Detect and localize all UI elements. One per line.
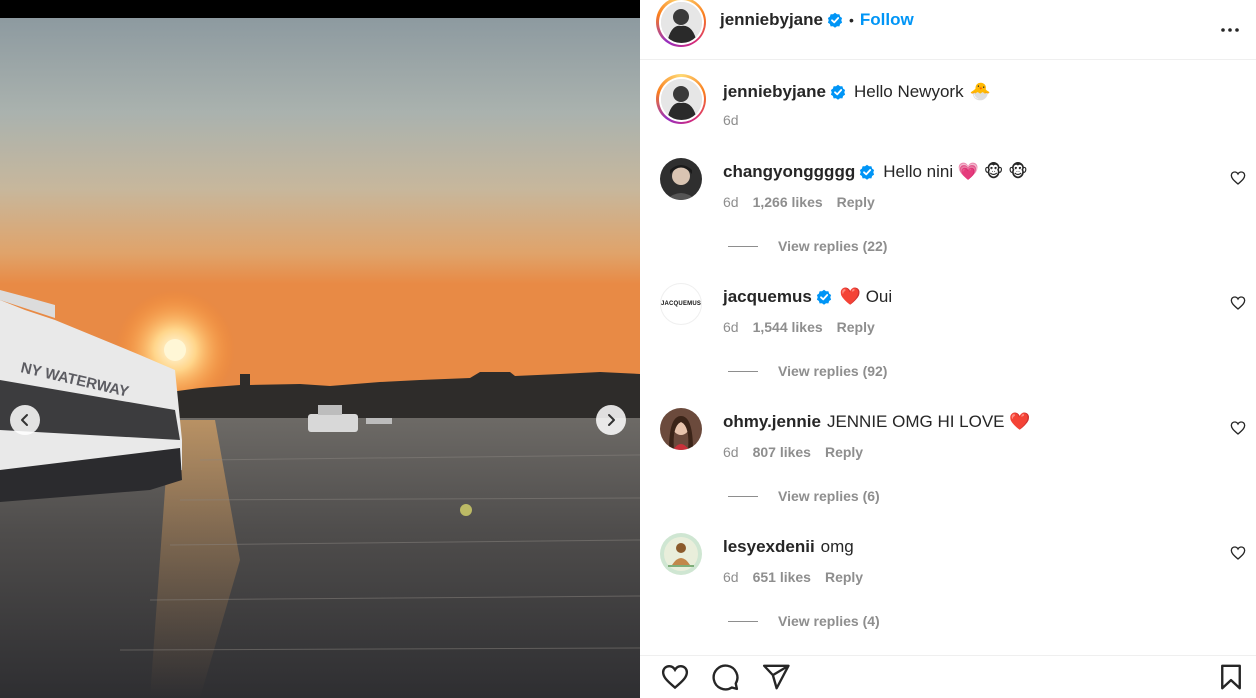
comment-time: 6d	[723, 194, 739, 210]
comment-text: omg	[820, 537, 854, 556]
post-action-bar	[640, 655, 1256, 698]
verified-badge-icon	[827, 12, 843, 28]
author-username[interactable]: jenniebyjane	[720, 10, 823, 30]
comment-username[interactable]: ohmy.jennie	[723, 412, 821, 432]
commenter-avatar-image	[660, 408, 702, 450]
caption-emoji: 🐣	[969, 82, 991, 101]
next-photo-button[interactable]	[596, 405, 626, 435]
comment-likes[interactable]: 807 likes	[753, 444, 811, 460]
send-icon[interactable]	[761, 662, 791, 692]
comment-meta: 6d 807 likes Reply	[723, 444, 863, 460]
commenter-avatar-image	[660, 158, 702, 200]
replies-dash	[728, 620, 758, 622]
more-options-icon[interactable]	[1218, 18, 1242, 42]
comment-text: ❤️ Oui	[839, 287, 893, 306]
reply-button[interactable]: Reply	[837, 194, 875, 210]
comment-like-icon[interactable]	[1230, 170, 1246, 186]
previous-photo-button[interactable]	[10, 405, 40, 435]
comment-item: ohmy.jennie JENNIE OMG HI LOVE ❤️ 6d 807 …	[640, 408, 1256, 533]
reply-button[interactable]: Reply	[825, 444, 863, 460]
view-replies-button[interactable]: View replies (4)	[728, 613, 880, 629]
chevron-right-icon	[608, 414, 615, 426]
comment-item: JACQUEMUS jacquemus ❤️ Oui 6d 1,544 likes…	[640, 283, 1256, 408]
comment-like-icon[interactable]	[1230, 295, 1246, 311]
verified-badge-icon	[860, 164, 875, 180]
comment-username[interactable]: changyonggggg	[723, 162, 855, 182]
comment-time: 6d	[723, 444, 739, 460]
replies-dash	[728, 370, 758, 372]
caption-time: 6d	[723, 112, 739, 128]
post-header: jenniebyjane • Follow	[640, 0, 1256, 60]
caption-avatar-image	[660, 78, 702, 120]
commenter-avatar[interactable]	[660, 158, 702, 200]
commenter-avatar-image	[660, 533, 702, 575]
comment-time: 6d	[723, 569, 739, 585]
caption-text: Hello Newyork	[853, 82, 964, 101]
verified-badge-icon	[816, 289, 831, 305]
sunset-harbor-image: NY WATERWAY	[0, 0, 640, 698]
comment-username[interactable]: jacquemus	[723, 287, 812, 307]
heart-icon[interactable]	[660, 662, 690, 692]
comment-likes[interactable]: 651 likes	[753, 569, 811, 585]
replies-dash	[728, 245, 758, 247]
view-replies-label: View replies (6)	[778, 488, 880, 504]
avatar-logo-text: JACQUEMUS	[660, 301, 702, 307]
reply-button[interactable]: Reply	[837, 319, 875, 335]
view-replies-button[interactable]: View replies (92)	[728, 363, 887, 379]
view-replies-button[interactable]: View replies (6)	[728, 488, 880, 504]
comment-username[interactable]: lesyexdenii	[723, 537, 815, 557]
comment-meta: 6d 1,266 likes Reply	[723, 194, 875, 210]
author-avatar-image	[660, 1, 702, 43]
separator-dot: •	[848, 12, 854, 28]
comment-item: changyonggggg Hello nini 💗 🐵 🐵 6d 1,266 l…	[640, 158, 1256, 283]
comment-likes[interactable]: 1,544 likes	[753, 319, 823, 335]
verified-badge-icon	[830, 84, 846, 100]
comment-text: JENNIE OMG HI LOVE ❤️	[826, 412, 1031, 431]
comment-time: 6d	[723, 319, 739, 335]
comment-meta: 6d 651 likes Reply	[723, 569, 863, 585]
reply-button[interactable]: Reply	[825, 569, 863, 585]
author-avatar[interactable]	[656, 0, 706, 47]
post-caption: jenniebyjane Hello Newyork 🐣 6d	[640, 62, 1256, 142]
replies-dash	[728, 495, 758, 497]
comment-text: Hello nini 💗 🐵 🐵	[883, 162, 1028, 181]
commenter-avatar[interactable]: JACQUEMUS	[660, 283, 702, 325]
comment-meta: 6d 1,544 likes Reply	[723, 319, 875, 335]
chevron-left-icon	[21, 414, 28, 426]
bookmark-icon[interactable]	[1216, 662, 1246, 692]
comment-item: lesyexdenii omg 6d 651 likes Reply View re…	[640, 533, 1256, 658]
post-panel: jenniebyjane • Follow jenniebyjane Hello…	[640, 0, 1256, 698]
comment-likes[interactable]: 1,266 likes	[753, 194, 823, 210]
view-replies-label: View replies (22)	[778, 238, 888, 254]
view-replies-button[interactable]: View replies (22)	[728, 238, 887, 254]
comment-like-icon[interactable]	[1230, 545, 1246, 561]
commenter-avatar[interactable]	[660, 408, 702, 450]
commenter-avatar[interactable]	[660, 533, 702, 575]
comment-like-icon[interactable]	[1230, 420, 1246, 436]
comment-icon[interactable]	[710, 662, 740, 692]
caption-author-avatar[interactable]	[656, 74, 706, 124]
follow-button[interactable]: Follow	[860, 10, 914, 30]
view-replies-label: View replies (92)	[778, 363, 888, 379]
caption-username[interactable]: jenniebyjane	[723, 82, 826, 102]
post-photo: NY WATERWAY	[0, 0, 640, 698]
view-replies-label: View replies (4)	[778, 613, 880, 629]
